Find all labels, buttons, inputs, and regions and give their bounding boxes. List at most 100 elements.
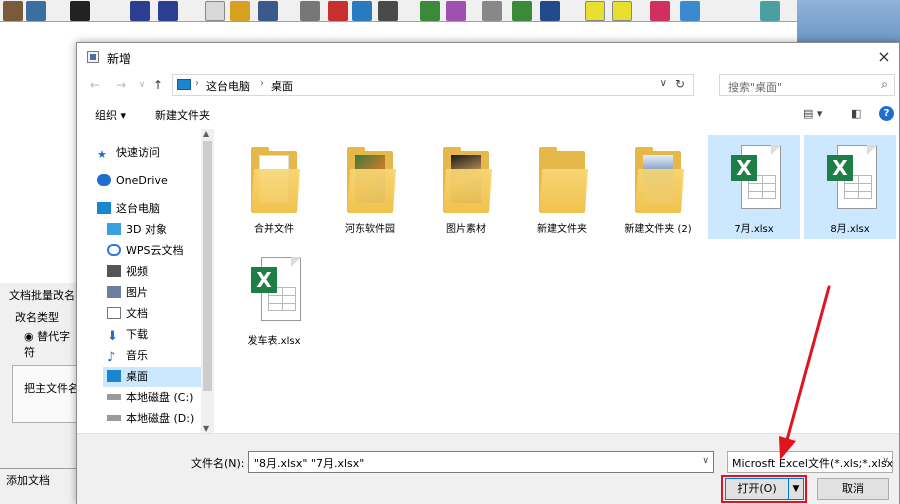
up-button[interactable]: ↑ xyxy=(150,76,166,94)
nav-item-desktop[interactable]: 桌面 xyxy=(103,367,201,387)
dialog-title: 新增 xyxy=(107,52,132,66)
tool-icon-8[interactable] xyxy=(258,1,278,21)
nav-item-label: 这台电脑 xyxy=(116,202,160,215)
radio-replace-chars[interactable]: ◉ 替代字符 xyxy=(24,328,79,360)
nav-item-drive-d[interactable]: 本地磁盘 (D:) xyxy=(107,409,194,429)
computer-icon xyxy=(177,79,191,90)
tool-icon-14[interactable] xyxy=(446,1,466,21)
tool-icon-11[interactable] xyxy=(352,1,372,21)
nav-item-videos[interactable]: 视频 xyxy=(107,262,148,282)
chevron-down-icon[interactable]: ∨ xyxy=(660,78,667,89)
box-text: 把主文件名 xyxy=(24,382,79,395)
new-folder-button[interactable]: 新建文件夹 xyxy=(155,107,210,123)
picture-icon xyxy=(107,286,121,298)
back-button[interactable]: ← xyxy=(87,76,103,94)
tool-icon-2[interactable] xyxy=(26,1,46,21)
file-item-selected[interactable]: X 8月.xlsx xyxy=(804,135,896,239)
tool-icon-17[interactable] xyxy=(540,1,560,21)
scroll-down-icon[interactable]: ▼ xyxy=(203,424,209,433)
tool-icon-6[interactable] xyxy=(205,1,225,21)
help-icon[interactable]: ? xyxy=(879,106,894,121)
nav-item-this-pc[interactable]: 这台电脑 xyxy=(97,199,160,219)
close-button[interactable]: × xyxy=(869,43,899,73)
nav-item-label: 桌面 xyxy=(126,370,148,383)
chevron-right-icon: › xyxy=(195,78,199,89)
recent-locations-button[interactable]: ∨ xyxy=(134,76,150,94)
background-toolbar xyxy=(0,0,797,22)
open-options-button[interactable]: ▼ xyxy=(789,478,804,500)
breadcrumb-desktop[interactable]: 桌面 xyxy=(271,78,293,94)
open-button[interactable]: 打开(O) xyxy=(725,478,789,500)
file-name: 合并文件 xyxy=(254,224,294,235)
nav-item-downloads[interactable]: ⬇ 下载 xyxy=(107,325,148,345)
tool-icon-16[interactable] xyxy=(512,1,532,21)
chevron-down-icon[interactable]: ∨ xyxy=(882,456,889,466)
tool-icon-9[interactable] xyxy=(300,1,320,21)
organize-button[interactable]: 组织 ▾ xyxy=(95,107,126,123)
search-icon: ⌕ xyxy=(881,77,888,91)
document-icon xyxy=(107,307,121,319)
scrollbar-thumb[interactable] xyxy=(203,141,212,391)
tool-icon-12[interactable] xyxy=(378,1,398,21)
file-name: 河东软件园 xyxy=(345,224,395,235)
computer-icon xyxy=(97,202,111,214)
nav-item-3d-objects[interactable]: 3D 对象 xyxy=(107,220,167,240)
nav-item-drive-c[interactable]: 本地磁盘 (C:) xyxy=(107,388,193,408)
nav-item-music[interactable]: ♪ 音乐 xyxy=(107,346,148,366)
forward-button[interactable]: → xyxy=(113,76,129,94)
address-bar[interactable]: › 这台电脑 › 桌面 ∨ ↻ xyxy=(172,74,694,96)
status-bar: 添加文档 xyxy=(0,468,80,504)
file-item[interactable]: 河东软件园 xyxy=(324,135,416,239)
chevron-down-icon[interactable]: ∨ xyxy=(702,456,709,466)
tool-icon-21[interactable] xyxy=(680,1,700,21)
desktop-background xyxy=(797,0,900,44)
cancel-button[interactable]: 取消 xyxy=(817,478,889,500)
open-file-dialog: 新增 × ← → ∨ ↑ › 这台电脑 › 桌面 ∨ ↻ 搜索"桌面" ⌕ 组织… xyxy=(76,42,900,504)
file-list: 合并文件 河东软件园 图片素材 新建文件夹 新建文件夹 (2) X 7月.xls… xyxy=(214,129,899,433)
nav-item-label: 音乐 xyxy=(126,349,148,362)
drive-icon xyxy=(107,394,121,400)
bar-chart-icon[interactable] xyxy=(650,1,670,21)
nav-item-onedrive[interactable]: OneDrive xyxy=(97,171,168,191)
file-item[interactable]: 合并文件 xyxy=(228,135,320,239)
printer-icon[interactable] xyxy=(482,1,502,21)
tool-icon-7[interactable] xyxy=(230,1,250,21)
file-item-selected[interactable]: X 7月.xlsx xyxy=(708,135,800,239)
nav-item-label: 本地磁盘 (C:) xyxy=(126,391,194,404)
nav-item-documents[interactable]: 文档 xyxy=(107,304,148,324)
file-type-filter[interactable]: Microsft Excel文件(*.xls;*.xlsx ∨ xyxy=(727,451,893,473)
tool-icon-18[interactable] xyxy=(585,1,605,21)
excel-file-icon: X xyxy=(251,257,301,321)
folder-icon xyxy=(443,147,493,213)
move-down-icon[interactable] xyxy=(158,1,178,21)
status-text: 添加文档 xyxy=(6,474,50,487)
tool-icon-10[interactable] xyxy=(328,1,348,21)
filename-input[interactable]: "8月.xlsx" "7月.xlsx" ∨ xyxy=(248,451,714,473)
file-item[interactable]: 新建文件夹 (2) xyxy=(612,135,704,239)
nav-item-wps-cloud[interactable]: WPS云文档 xyxy=(107,241,184,261)
scroll-up-icon[interactable]: ▲ xyxy=(203,129,209,138)
search-input[interactable]: 搜索"桌面" ⌕ xyxy=(719,74,895,96)
delete-icon[interactable] xyxy=(70,1,90,21)
folder-icon xyxy=(251,147,301,213)
file-item[interactable]: 新建文件夹 xyxy=(516,135,608,239)
change-view-icon[interactable]: ▤ ▾ xyxy=(803,107,822,120)
tool-icon-22[interactable] xyxy=(760,1,780,21)
tool-icon-19[interactable] xyxy=(612,1,632,21)
tool-icon-13[interactable] xyxy=(420,1,440,21)
breadcrumb-this-pc[interactable]: 这台电脑 xyxy=(206,78,250,94)
folder-icon xyxy=(347,147,397,213)
move-up-icon[interactable] xyxy=(130,1,150,21)
search-placeholder: 搜索"桌面" xyxy=(728,81,783,94)
file-item[interactable]: 图片素材 xyxy=(420,135,512,239)
nav-item-pictures[interactable]: 图片 xyxy=(107,283,148,303)
nav-item-quick-access[interactable]: ★ 快速访问 xyxy=(97,143,160,163)
navigation-pane: ★ 快速访问 OneDrive 这台电脑 3D 对象 WPS云文档 视频 图片 文… xyxy=(77,129,214,433)
refresh-icon[interactable]: ↻ xyxy=(675,77,685,91)
nav-item-label: 视频 xyxy=(126,265,148,278)
nav-item-label: 本地磁盘 (D:) xyxy=(126,412,195,425)
nav-scrollbar[interactable]: ▲ ▼ xyxy=(201,129,214,433)
file-item[interactable]: X 发车表.xlsx xyxy=(228,247,320,351)
preview-pane-icon[interactable]: ◧ xyxy=(851,107,861,120)
tool-icon-1[interactable] xyxy=(3,1,23,21)
